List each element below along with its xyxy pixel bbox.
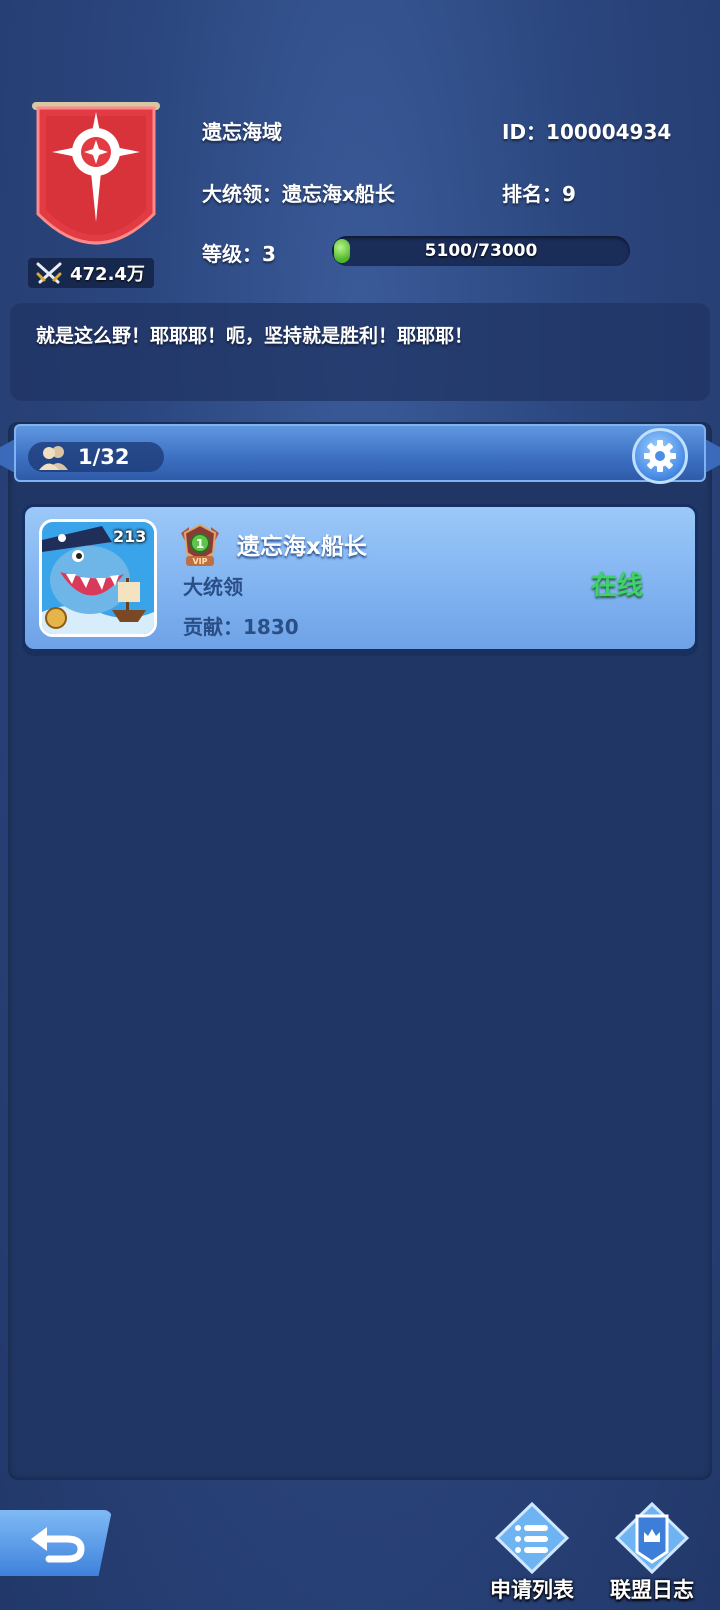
- apply-list-button[interactable]: 申请列表: [484, 1501, 580, 1602]
- apply-list-label: 申请列表: [490, 1578, 574, 1602]
- alliance-id: ID：100004934: [502, 120, 672, 144]
- xp-progress-text: 5100/73000: [424, 241, 538, 261]
- alliance-banner-icon: [32, 102, 160, 245]
- member-card[interactable]: 213 1 VIP 遗忘海x船长 大统领 贡献：1830 在线: [22, 504, 698, 652]
- member-status: 在线: [591, 571, 644, 601]
- crossed-swords-icon: [36, 262, 62, 284]
- alliance-rank: 排名：9: [502, 182, 576, 206]
- xp-progress-bar: 5100/73000: [332, 236, 630, 266]
- members-icon: [39, 446, 68, 470]
- alliance-level: 等级：3: [202, 242, 276, 266]
- alliance-motto: 就是这么野！耶耶耶！呃，坚持就是胜利！耶耶耶！: [10, 303, 710, 401]
- alliance-log-label: 联盟日志: [610, 1578, 694, 1602]
- power-value: 472.4万: [70, 264, 145, 285]
- alliance-name: 遗忘海域: [202, 120, 282, 144]
- alliance-log-button[interactable]: 联盟日志: [604, 1501, 700, 1602]
- back-button[interactable]: [0, 1510, 112, 1576]
- vip-level: 1: [196, 537, 204, 551]
- alliance-leader: 大统领：遗忘海x船长: [202, 182, 395, 206]
- member-count: 1/32: [28, 442, 164, 472]
- member-count-text: 1/32: [78, 445, 130, 469]
- member-role: 大统领: [183, 575, 243, 599]
- gear-icon: [644, 440, 676, 472]
- member-contribution: 贡献：1830: [183, 615, 299, 639]
- member-level: 213: [113, 527, 147, 546]
- settings-button[interactable]: [632, 428, 688, 484]
- member-list-header: 1/32: [0, 420, 720, 488]
- vip-text: VIP: [192, 557, 207, 566]
- back-arrow-icon: [31, 1527, 85, 1563]
- alliance-flag-icon: [614, 1501, 690, 1575]
- member-name: 遗忘海x船长: [237, 534, 367, 560]
- list-icon: [494, 1501, 570, 1575]
- vip-badge-icon: 1 VIP: [181, 523, 219, 566]
- power-tag: 472.4万: [28, 258, 154, 288]
